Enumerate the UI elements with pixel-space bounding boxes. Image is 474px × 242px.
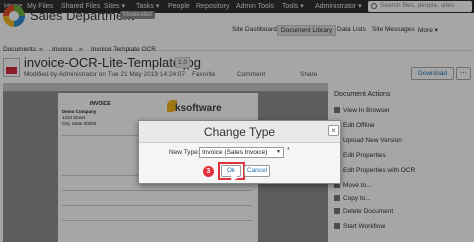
change-type-dialog: Change Type × New Type: Invoice (Sales I… <box>138 120 341 184</box>
new-type-label: New Type: <box>169 149 200 156</box>
new-type-value: Invoice (Sales Invoice) <box>202 149 268 156</box>
new-type-select[interactable]: Invoice (Sales Invoice) ▼ <box>199 147 284 158</box>
close-icon[interactable]: × <box>328 125 339 136</box>
app-root: Home My Files Shared Files Sites ▾ Tasks… <box>0 0 474 242</box>
chevron-down-icon: ▼ <box>276 149 281 155</box>
step-badge: 3 <box>203 166 214 177</box>
dialog-title: Change Type <box>203 125 276 139</box>
required-marker: * <box>287 147 290 154</box>
cancel-button[interactable]: Cancel <box>244 165 270 177</box>
dialog-header: Change Type × <box>139 121 340 143</box>
